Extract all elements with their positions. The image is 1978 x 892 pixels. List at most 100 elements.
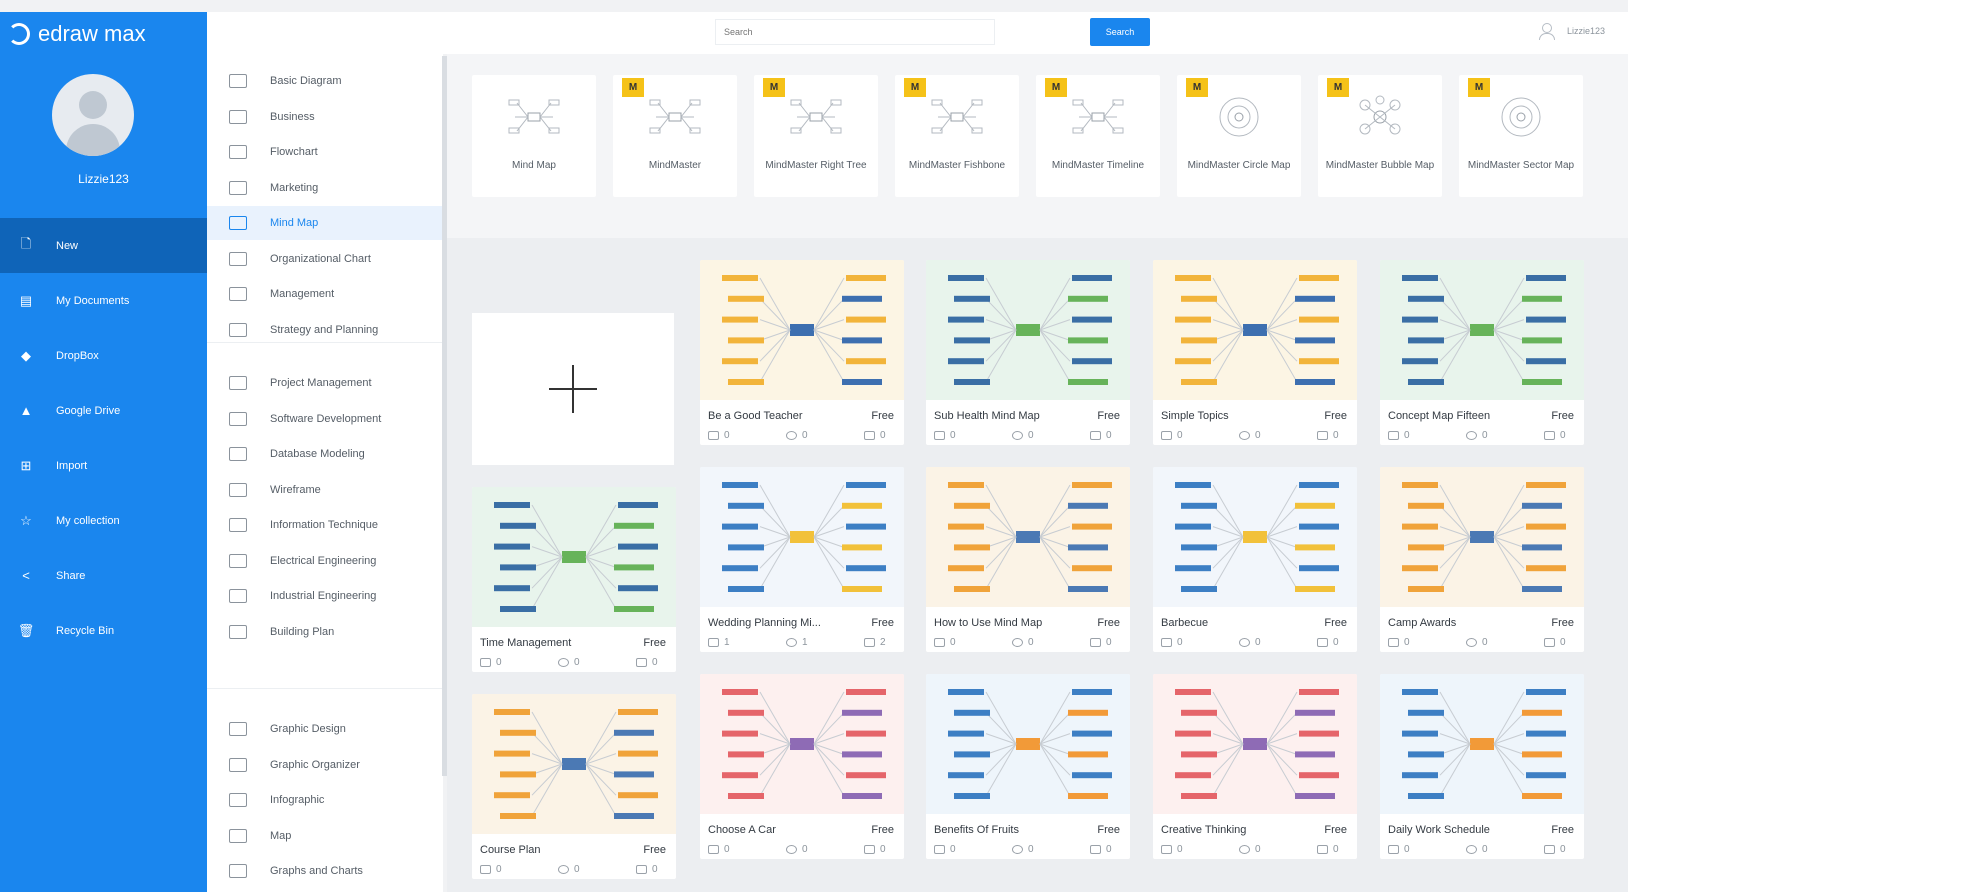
favorite-count[interactable]: 1 [786, 637, 808, 648]
favorite-count[interactable]: 0 [1239, 430, 1261, 441]
like-count[interactable]: 0 [934, 844, 956, 855]
template-type-mindmaster-circle-map[interactable]: M MindMaster Circle Map [1177, 75, 1301, 197]
nav-item-recycle-bin[interactable]: 🗑 Recycle Bin [0, 603, 207, 658]
like-count[interactable]: 0 [1161, 844, 1183, 855]
category-electrical-engineering[interactable]: Electrical Engineering [207, 544, 443, 578]
category-graphic-organizer[interactable]: Graphic Organizer [207, 748, 443, 782]
avatar[interactable] [52, 74, 134, 156]
like-count[interactable]: 0 [1388, 844, 1410, 855]
like-count[interactable]: 1 [708, 637, 730, 648]
search-button[interactable]: Search [1090, 18, 1150, 46]
template-card[interactable]: Choose A Car Free 0 0 0 [700, 674, 904, 859]
category-information-technique[interactable]: Information Technique [207, 508, 443, 542]
copy-count[interactable]: 0 [864, 844, 886, 855]
favorite-count[interactable]: 0 [786, 430, 808, 441]
category-software-development[interactable]: Software Development [207, 402, 443, 436]
copy-count[interactable]: 0 [1544, 637, 1566, 648]
copy-count[interactable]: 0 [1317, 637, 1339, 648]
like-count[interactable]: 0 [934, 430, 956, 441]
copy-count[interactable]: 0 [1544, 844, 1566, 855]
favorite-count[interactable]: 0 [1239, 844, 1261, 855]
favorite-count[interactable]: 0 [558, 657, 580, 668]
category-marketing[interactable]: Marketing [207, 171, 443, 205]
favorite-count[interactable]: 0 [1466, 844, 1488, 855]
category-map[interactable]: Map [207, 819, 443, 853]
template-card[interactable]: Benefits Of Fruits Free 0 0 0 [926, 674, 1130, 859]
template-card[interactable]: Daily Work Schedule Free 0 0 0 [1380, 674, 1584, 859]
nav-item-my-collection[interactable]: ☆ My collection [0, 493, 207, 548]
copy-count[interactable]: 0 [1090, 844, 1112, 855]
favorite-count[interactable]: 0 [1012, 430, 1034, 441]
favorite-count[interactable]: 0 [1466, 637, 1488, 648]
copy-value: 0 [1333, 430, 1339, 441]
top-user-menu[interactable]: Lizzie123 [1539, 23, 1605, 40]
favorite-count[interactable]: 0 [558, 864, 580, 875]
category-database-modeling[interactable]: Database Modeling [207, 437, 443, 471]
template-type-thumbnail [1071, 95, 1125, 139]
category-basic-diagram[interactable]: Basic Diagram [207, 64, 443, 98]
category-mind-map[interactable]: Mind Map [207, 206, 443, 240]
like-count[interactable]: 0 [480, 864, 502, 875]
copy-count[interactable]: 0 [636, 657, 658, 668]
template-card[interactable]: Creative Thinking Free 0 0 0 [1153, 674, 1357, 859]
like-count[interactable]: 0 [1161, 637, 1183, 648]
template-card[interactable]: Barbecue Free 0 0 0 [1153, 467, 1357, 652]
template-card[interactable]: Simple Topics Free 0 0 0 [1153, 260, 1357, 445]
template-card[interactable]: Time Management Free 0 0 0 [472, 487, 676, 672]
category-organizational-chart[interactable]: Organizational Chart [207, 242, 443, 276]
template-card[interactable]: Wedding Planning Mi... Free 1 1 2 [700, 467, 904, 652]
nav-item-google-drive[interactable]: ▲ Google Drive [0, 383, 207, 438]
copy-count[interactable]: 0 [1317, 430, 1339, 441]
copy-count[interactable]: 0 [636, 864, 658, 875]
category-flowchart[interactable]: Flowchart [207, 135, 443, 169]
new-blank-button[interactable] [472, 313, 674, 465]
copy-count[interactable]: 0 [1090, 430, 1112, 441]
like-count[interactable]: 0 [708, 844, 730, 855]
category-infographic[interactable]: Infographic [207, 783, 443, 817]
favorite-count[interactable]: 0 [1012, 637, 1034, 648]
template-card[interactable]: Camp Awards Free 0 0 0 [1380, 467, 1584, 652]
like-count[interactable]: 0 [934, 637, 956, 648]
like-count[interactable]: 0 [1161, 430, 1183, 441]
template-type-mindmaster-timeline[interactable]: M MindMaster Timeline [1036, 75, 1160, 197]
template-type-mindmaster-bubble-map[interactable]: M MindMaster Bubble Map [1318, 75, 1442, 197]
favorite-count[interactable]: 0 [1239, 637, 1261, 648]
copy-count[interactable]: 2 [864, 637, 886, 648]
category-industrial-engineering[interactable]: Industrial Engineering [207, 579, 443, 613]
template-type-mindmaster[interactable]: M MindMaster [613, 75, 737, 197]
template-card[interactable]: How to Use Mind Map Free 0 0 0 [926, 467, 1130, 652]
like-count[interactable]: 0 [480, 657, 502, 668]
search-input[interactable] [715, 19, 995, 45]
like-count[interactable]: 0 [708, 430, 730, 441]
copy-count[interactable]: 0 [1544, 430, 1566, 441]
favorite-count[interactable]: 0 [1012, 844, 1034, 855]
template-card[interactable]: Concept Map Fifteen Free 0 0 0 [1380, 260, 1584, 445]
favorite-count[interactable]: 0 [786, 844, 808, 855]
like-count[interactable]: 0 [1388, 637, 1410, 648]
category-business[interactable]: Business [207, 100, 443, 134]
template-type-mindmaster-sector-map[interactable]: M MindMaster Sector Map [1459, 75, 1583, 197]
template-type-mindmaster-fishbone[interactable]: M MindMaster Fishbone [895, 75, 1019, 197]
nav-item-share[interactable]: < Share [0, 548, 207, 603]
template-type-mindmaster-right-tree[interactable]: M MindMaster Right Tree [754, 75, 878, 197]
category-graphic-design[interactable]: Graphic Design [207, 712, 443, 746]
template-title: Camp Awards [1388, 617, 1457, 629]
copy-count[interactable]: 0 [1090, 637, 1112, 648]
like-count[interactable]: 0 [1388, 430, 1410, 441]
category-building-plan[interactable]: Building Plan [207, 615, 443, 649]
template-card[interactable]: Be a Good Teacher Free 0 0 0 [700, 260, 904, 445]
nav-item-my-documents[interactable]: ▤ My Documents [0, 273, 207, 328]
nav-item-import[interactable]: ⊞ Import [0, 438, 207, 493]
category-project-management[interactable]: Project Management [207, 366, 443, 400]
copy-count[interactable]: 0 [864, 430, 886, 441]
category-management[interactable]: Management [207, 277, 443, 311]
template-card[interactable]: Course Plan Free 0 0 0 [472, 694, 676, 879]
template-card[interactable]: Sub Health Mind Map Free 0 0 0 [926, 260, 1130, 445]
category-wireframe[interactable]: Wireframe [207, 473, 443, 507]
nav-item-new[interactable]: 🗋 New [0, 218, 207, 273]
nav-item-dropbox[interactable]: ◆ DropBox [0, 328, 207, 383]
template-type-mind-map[interactable]: Mind Map [472, 75, 596, 197]
category-graphs-and-charts[interactable]: Graphs and Charts [207, 854, 443, 888]
favorite-count[interactable]: 0 [1466, 430, 1488, 441]
copy-count[interactable]: 0 [1317, 844, 1339, 855]
